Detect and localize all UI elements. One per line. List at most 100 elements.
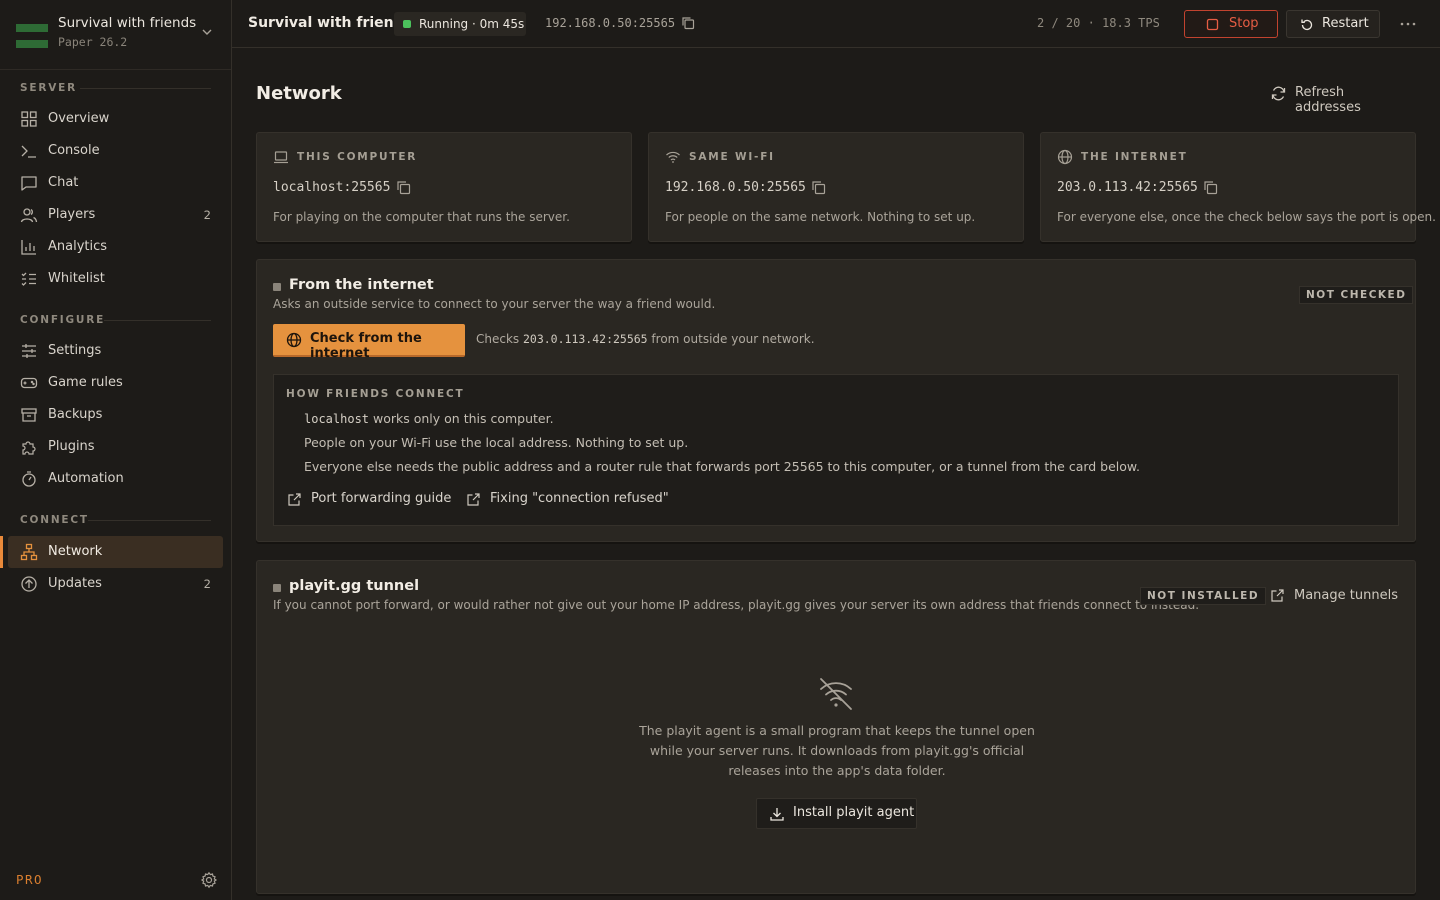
wifi-icon xyxy=(666,151,680,163)
stop-button[interactable]: Stop xyxy=(1184,10,1278,38)
refresh-addresses-button[interactable]: Refresh addresses xyxy=(1270,84,1410,115)
status-square xyxy=(273,283,281,291)
address-card-same-wifi: SAME WI-FI 192.168.0.50:25565 For people… xyxy=(648,132,1024,242)
how-heading: HOW FRIENDS CONNECT xyxy=(286,388,465,400)
server-address: 192.168.0.50:25565 xyxy=(545,16,676,30)
nav-section-connect: CONNECT xyxy=(20,514,89,526)
sidebar-item-network[interactable]: Network xyxy=(8,536,223,568)
status-badge: NOT INSTALLED xyxy=(1140,587,1267,605)
server-name: Survival with friends xyxy=(58,15,197,31)
globe-icon xyxy=(1057,149,1073,165)
sidebar-item-console[interactable]: Console xyxy=(8,135,223,167)
link-label: Fixing "connection refused" xyxy=(490,491,669,506)
chevron-down-icon[interactable] xyxy=(200,25,214,39)
bar-chart-icon xyxy=(21,240,36,255)
copy-icon[interactable] xyxy=(396,180,411,195)
archive-icon xyxy=(21,408,37,422)
sidebar-item-label: Network xyxy=(48,544,103,559)
sidebar-item-label: Automation xyxy=(48,471,124,486)
sidebar-item-whitelist[interactable]: Whitelist xyxy=(8,263,223,295)
check-from-internet-button[interactable]: Check from the internet xyxy=(273,324,465,361)
sidebar-item-label: Players xyxy=(48,207,96,222)
server-switcher[interactable]: Survival with friends Paper 26.2 xyxy=(0,0,231,70)
card-heading: THIS COMPUTER xyxy=(297,151,418,163)
restart-button[interactable]: Restart xyxy=(1286,10,1380,38)
connection-refused-link[interactable]: Fixing "connection refused" xyxy=(466,490,669,510)
copy-icon[interactable] xyxy=(811,180,826,195)
panel-subtitle: Asks an outside service to connect to yo… xyxy=(273,297,716,311)
divider xyxy=(88,520,211,521)
card-description: For people on the same network. Nothing … xyxy=(665,210,976,224)
status-badge: Running · 0m 45s xyxy=(394,12,526,36)
more-horizontal-icon[interactable] xyxy=(1398,16,1418,32)
sidebar-item-analytics[interactable]: Analytics xyxy=(8,231,223,263)
how-line: People on your Wi-Fi use the local addre… xyxy=(304,435,689,450)
card-address: 203.0.113.42:25565 xyxy=(1057,180,1198,195)
status-badge: NOT CHECKED xyxy=(1299,286,1414,304)
sidebar-item-players[interactable]: Players 2 xyxy=(8,199,223,231)
download-icon xyxy=(770,808,784,821)
sidebar-item-automation[interactable]: Automation xyxy=(8,463,223,495)
grid-icon xyxy=(21,111,37,127)
gamepad-icon xyxy=(20,377,38,389)
panel-subtitle: If you cannot port forward, or would rat… xyxy=(273,598,1200,612)
copy-icon[interactable] xyxy=(681,16,695,30)
server-logo xyxy=(16,24,48,48)
sidebar-item-chat[interactable]: Chat xyxy=(8,167,223,199)
checklist-icon xyxy=(21,272,36,286)
active-indicator xyxy=(0,536,3,568)
count-badge: 2 xyxy=(203,577,211,591)
empty-state-text: The playit agent is a small program that… xyxy=(639,723,1035,778)
tunnel-panel: playit.gg tunnel If you cannot port forw… xyxy=(256,560,1416,894)
globe-icon xyxy=(286,332,302,348)
sidebar-item-settings[interactable]: Settings xyxy=(8,335,223,367)
status-text: Running · 0m 45s xyxy=(419,17,525,31)
manage-tunnels-link[interactable]: Manage tunnels xyxy=(1270,587,1400,607)
network-icon xyxy=(20,543,38,561)
stop-label: Stop xyxy=(1229,16,1259,31)
topbar: Survival with friends Running · 0m 45s 1… xyxy=(232,0,1440,48)
card-address: localhost:25565 xyxy=(273,180,391,195)
copy-icon[interactable] xyxy=(1203,180,1218,195)
terminal-icon xyxy=(21,145,36,158)
sidebar-item-label: Console xyxy=(48,143,100,158)
sidebar-item-backups[interactable]: Backups xyxy=(8,399,223,431)
sidebar-item-game-rules[interactable]: Game rules xyxy=(8,367,223,399)
users-icon xyxy=(20,208,38,223)
panel-title: playit.gg tunnel xyxy=(289,578,420,594)
page-title: Survival with friends xyxy=(248,15,413,31)
server-version: Paper 26.2 xyxy=(58,35,128,49)
refresh-label: Refresh addresses xyxy=(1295,85,1361,115)
install-playit-button[interactable]: Install playit agent xyxy=(756,798,917,829)
sidebar-item-plugins[interactable]: Plugins xyxy=(8,431,223,463)
how-line: Everyone else needs the public address a… xyxy=(304,459,1140,474)
external-link-icon xyxy=(288,493,301,506)
status-dot xyxy=(403,20,411,28)
restart-icon xyxy=(1301,19,1313,31)
laptop-icon xyxy=(274,151,288,164)
card-heading: SAME WI-FI xyxy=(689,151,775,163)
stop-icon xyxy=(1206,18,1219,31)
address-card-internet: THE INTERNET 203.0.113.42:25565 For ever… xyxy=(1040,132,1436,242)
divider xyxy=(80,88,211,89)
address-card-this-computer: THIS COMPUTER localhost:25565 For playin… xyxy=(256,132,632,242)
plan-label: PRO xyxy=(16,872,44,887)
restart-label: Restart xyxy=(1322,16,1369,31)
sidebar-item-updates[interactable]: Updates 2 xyxy=(8,568,223,600)
sidebar-item-label: Analytics xyxy=(48,239,108,254)
panel-title: From the internet xyxy=(289,277,434,293)
gear-icon[interactable] xyxy=(200,871,218,889)
card-address: 192.168.0.50:25565 xyxy=(665,180,806,195)
port-forwarding-guide-link[interactable]: Port forwarding guide xyxy=(287,490,451,510)
status-square xyxy=(273,584,281,592)
sidebar-item-label: Settings xyxy=(48,343,102,358)
sidebar-item-overview[interactable]: Overview xyxy=(8,103,223,135)
wifi-off-icon xyxy=(820,678,852,710)
sliders-icon xyxy=(22,344,36,358)
puzzle-icon xyxy=(22,441,36,455)
sidebar-item-label: Game rules xyxy=(48,375,123,390)
sidebar-item-label: Updates xyxy=(48,576,102,591)
external-link-icon xyxy=(1271,589,1284,602)
section-title: Network xyxy=(256,83,342,104)
how-friends-connect: HOW FRIENDS CONNECT localhost works only… xyxy=(273,374,1399,526)
